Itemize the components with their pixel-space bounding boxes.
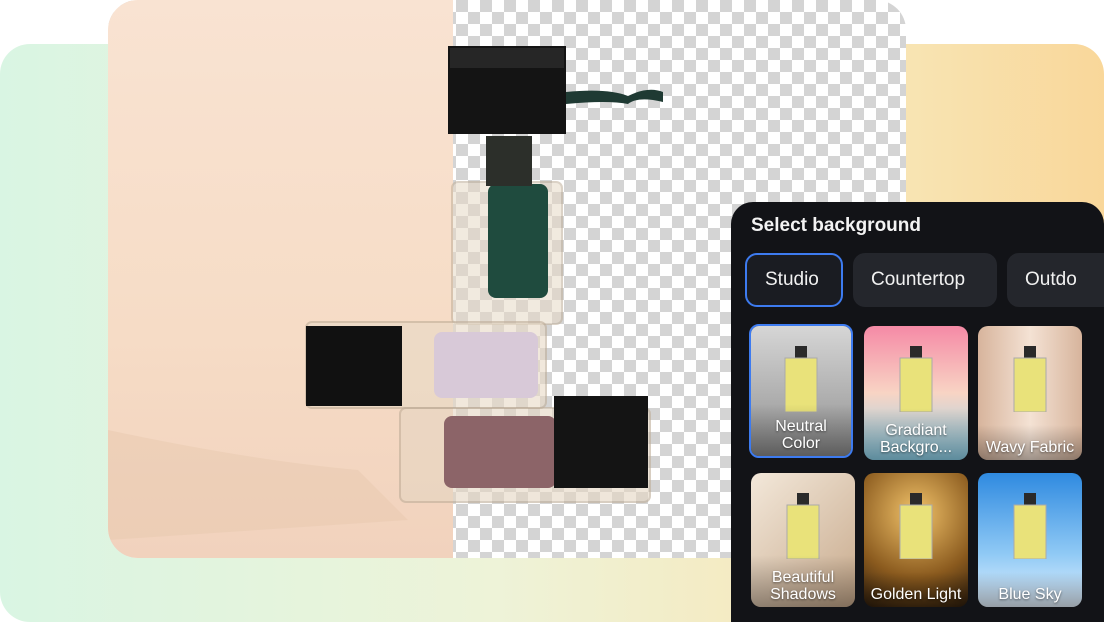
tab-studio[interactable]: Studio <box>745 253 843 307</box>
tab-outdoor[interactable]: Outdo <box>1007 253 1104 307</box>
option-blue-sky[interactable]: Blue Sky <box>978 473 1082 607</box>
option-label: Beautiful Shadows <box>751 555 855 607</box>
perfume-bottle-icon <box>899 493 933 559</box>
option-label: Blue Sky <box>978 572 1082 607</box>
option-golden-light[interactable]: Golden Light <box>864 473 968 607</box>
tab-countertop[interactable]: Countertop <box>853 253 997 307</box>
option-wavy-fabric[interactable]: Wavy Fabric <box>978 326 1082 460</box>
perfume-bottle-icon <box>1013 493 1047 559</box>
option-label: Wavy Fabric <box>978 425 1082 460</box>
perfume-bottle-icon <box>786 493 820 559</box>
perfume-bottle-icon <box>899 346 933 412</box>
option-neutral-color[interactable]: Neutral Color <box>749 324 853 458</box>
option-beautiful-shadows[interactable]: Beautiful Shadows <box>751 473 855 607</box>
panel-title: Select background <box>751 215 921 236</box>
option-label: Neutral Color <box>751 404 851 456</box>
perfume-bottle-icon <box>1013 346 1047 412</box>
option-label: Golden Light <box>864 572 968 607</box>
category-tabs: Studio Countertop Outdo <box>745 253 1104 309</box>
background-selector-panel: Select background Studio Countertop Outd… <box>731 202 1104 622</box>
option-label: Gradiant Backgro... <box>864 408 968 460</box>
perfume-bottle-icon <box>784 346 818 412</box>
option-gradient-background[interactable]: Gradiant Backgro... <box>864 326 968 460</box>
